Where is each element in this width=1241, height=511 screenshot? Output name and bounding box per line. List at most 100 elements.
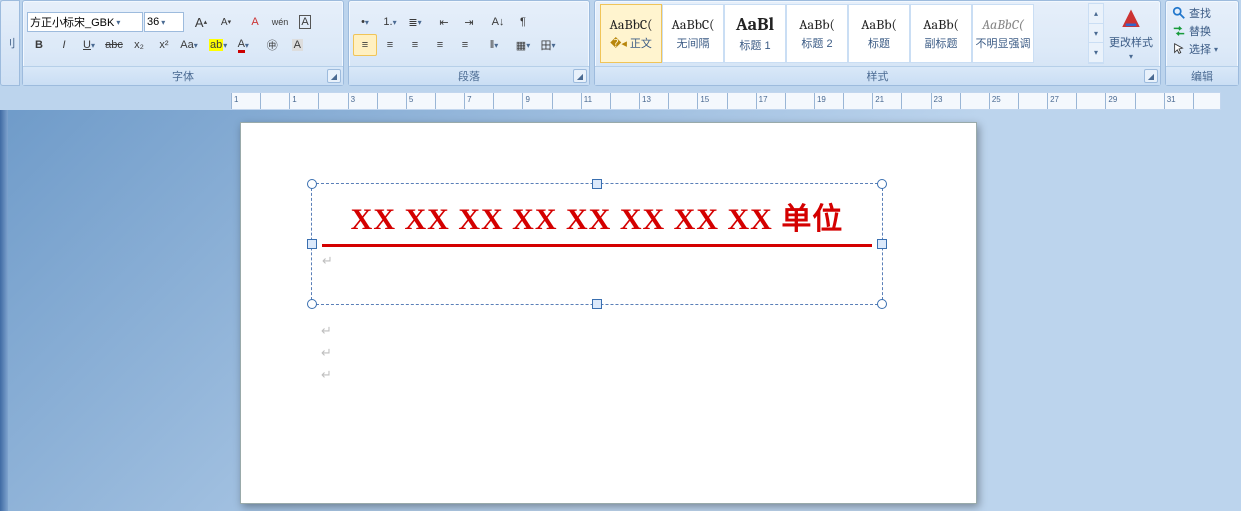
numbering-button[interactable]: 1. — [378, 11, 402, 33]
chevron-down-icon — [1129, 50, 1133, 62]
gallery-down-icon[interactable]: ▾ — [1089, 24, 1103, 44]
group-styles-title: 样式 — [595, 66, 1160, 85]
style-item-1[interactable]: AaBbC(无间隔 — [662, 4, 724, 63]
style-item-5[interactable]: AaBb(副标题 — [910, 4, 972, 63]
ribbon: 刂 方正小标宋_GBK 36 A▴ A▾ A wén A B I — [0, 0, 1241, 86]
grow-font-button[interactable]: A▴ — [189, 11, 213, 33]
resize-handle-br[interactable] — [877, 299, 887, 309]
ruler-tick: 15 — [697, 93, 698, 109]
resize-handle-bl[interactable] — [307, 299, 317, 309]
subscript-button[interactable]: x₂ — [127, 34, 151, 56]
ruler-tick — [1193, 93, 1194, 109]
show-marks-button[interactable]: ¶ — [511, 11, 535, 33]
align-right-button[interactable]: ≡ — [403, 34, 427, 56]
headline-underline — [322, 244, 872, 247]
textbox-content[interactable]: XX XX XX XX XX XX XX XX 单位 ↵ — [322, 194, 872, 269]
borders-button[interactable]: 田 — [536, 34, 560, 56]
ruler-tick — [843, 93, 844, 109]
multilevel-button[interactable]: ≣ — [403, 11, 427, 33]
document-area: XX XX XX XX XX XX XX XX 单位 ↵ ↵ ↵ ↵ — [0, 110, 1241, 511]
increase-indent-button[interactable]: ⇥ — [457, 11, 481, 33]
circled-char-button[interactable]: ㊥ — [260, 34, 284, 56]
clear-format-button[interactable]: A — [243, 11, 267, 33]
chevron-down-icon — [194, 39, 198, 51]
ruler-tick — [610, 93, 611, 109]
gallery-up-icon[interactable]: ▴ — [1089, 4, 1103, 24]
clipboard-stub[interactable]: 刂 — [0, 0, 20, 86]
ruler-tick: 25 — [989, 93, 990, 109]
style-item-4[interactable]: AaBb(标题 — [848, 4, 910, 63]
style-item-3[interactable]: AaBb(标题 2 — [786, 4, 848, 63]
select-button[interactable]: 选择 — [1172, 41, 1227, 57]
page[interactable]: XX XX XX XX XX XX XX XX 单位 ↵ ↵ ↵ ↵ — [240, 122, 977, 504]
chevron-down-icon — [245, 39, 249, 51]
style-item-6[interactable]: AaBbC( 不明显强调 — [972, 4, 1034, 63]
align-justify-button[interactable]: ≡ — [428, 34, 452, 56]
style-label: 副标题 — [925, 35, 958, 51]
style-item-2[interactable]: AaBl标题 1 — [724, 4, 786, 63]
group-styles: AaBbC(�◂ 正文AaBbC(无间隔AaBl标题 1AaBb(标题 2AaB… — [594, 0, 1161, 86]
style-label: 不明显强调 — [976, 35, 1031, 51]
sort-button[interactable]: A↓ — [486, 11, 510, 33]
shrink-font-button[interactable]: A▾ — [214, 11, 238, 33]
resize-handle-b[interactable] — [592, 299, 602, 309]
textbox-selection[interactable]: XX XX XX XX XX XX XX XX 单位 ↵ — [311, 183, 883, 305]
style-item-0[interactable]: AaBbC(�◂ 正文 — [600, 4, 662, 63]
bullets-button[interactable]: • — [353, 11, 377, 33]
ruler-tick — [727, 93, 728, 109]
replace-button[interactable]: 替换 — [1172, 23, 1227, 39]
find-icon — [1172, 6, 1186, 20]
change-styles-button[interactable]: 更改样式 — [1106, 3, 1156, 64]
ruler-tick — [785, 93, 786, 109]
italic-button[interactable]: I — [52, 34, 76, 56]
font-name-combo[interactable]: 方正小标宋_GBK — [27, 12, 143, 32]
align-distribute-button[interactable]: ≡ — [453, 34, 477, 56]
shading-button[interactable]: ▦ — [511, 34, 535, 56]
font-color-button[interactable]: A — [231, 34, 255, 56]
char-shading-button[interactable]: A — [285, 34, 309, 56]
phonetic-button[interactable]: wén — [268, 11, 292, 33]
resize-handle-r[interactable] — [877, 239, 887, 249]
paragraph-mark-icon: ↵ — [321, 367, 332, 383]
headline-text[interactable]: XX XX XX XX XX XX XX XX 单位 — [322, 194, 872, 238]
line-spacing-button[interactable]: ‖ — [482, 34, 506, 56]
chevron-down-icon — [91, 39, 95, 51]
paragraph-mark-icon: ↵ — [322, 253, 872, 269]
font-name-value: 方正小标宋_GBK — [30, 14, 114, 30]
superscript-button[interactable]: x² — [152, 34, 176, 56]
style-sample: AaBbC( — [610, 16, 653, 33]
highlight-button[interactable]: ab — [206, 34, 230, 56]
ruler-tick: 29 — [1105, 93, 1106, 109]
resize-handle-tl[interactable] — [307, 179, 317, 189]
bold-button[interactable]: B — [27, 34, 51, 56]
styles-gallery[interactable]: AaBbC(�◂ 正文AaBbC(无间隔AaBl标题 1AaBb(标题 2AaB… — [599, 3, 1086, 64]
horizontal-ruler[interactable]: 1135791113151719212325272931 — [230, 92, 1221, 110]
font-size-combo[interactable]: 36 — [144, 12, 184, 32]
align-left-button[interactable]: ≡ — [353, 34, 377, 56]
font-dialog-launcher[interactable]: ◢ — [327, 69, 341, 83]
paragraph-dialog-launcher[interactable]: ◢ — [573, 69, 587, 83]
gallery-more-icon[interactable]: ▾ — [1089, 43, 1103, 63]
gallery-scroll[interactable]: ▴ ▾ ▾ — [1088, 3, 1104, 64]
decrease-indent-button[interactable]: ⇤ — [432, 11, 456, 33]
char-border-button[interactable]: A — [293, 11, 317, 33]
ruler-tick: 17 — [756, 93, 757, 109]
ruler-tick: 1 — [289, 93, 290, 109]
ruler-tick: 1 — [231, 93, 232, 109]
strike-button[interactable]: abc — [102, 34, 126, 56]
style-sample: AaBbC( — [982, 16, 1024, 33]
change-case-button[interactable]: Aa — [177, 34, 201, 56]
ruler-tick — [668, 93, 669, 109]
styles-dialog-launcher[interactable]: ◢ — [1144, 69, 1158, 83]
resize-handle-tr[interactable] — [877, 179, 887, 189]
chevron-down-icon — [161, 16, 165, 28]
ruler-tick: 5 — [406, 93, 407, 109]
paragraph-mark-icon: ↵ — [321, 323, 332, 339]
find-button[interactable]: 查找 — [1172, 5, 1227, 21]
align-center-button[interactable]: ≡ — [378, 34, 402, 56]
style-sample: AaBb( — [799, 16, 835, 33]
chevron-down-icon — [116, 16, 120, 28]
resize-handle-t[interactable] — [592, 179, 602, 189]
underline-button[interactable]: U — [77, 34, 101, 56]
resize-handle-l[interactable] — [307, 239, 317, 249]
